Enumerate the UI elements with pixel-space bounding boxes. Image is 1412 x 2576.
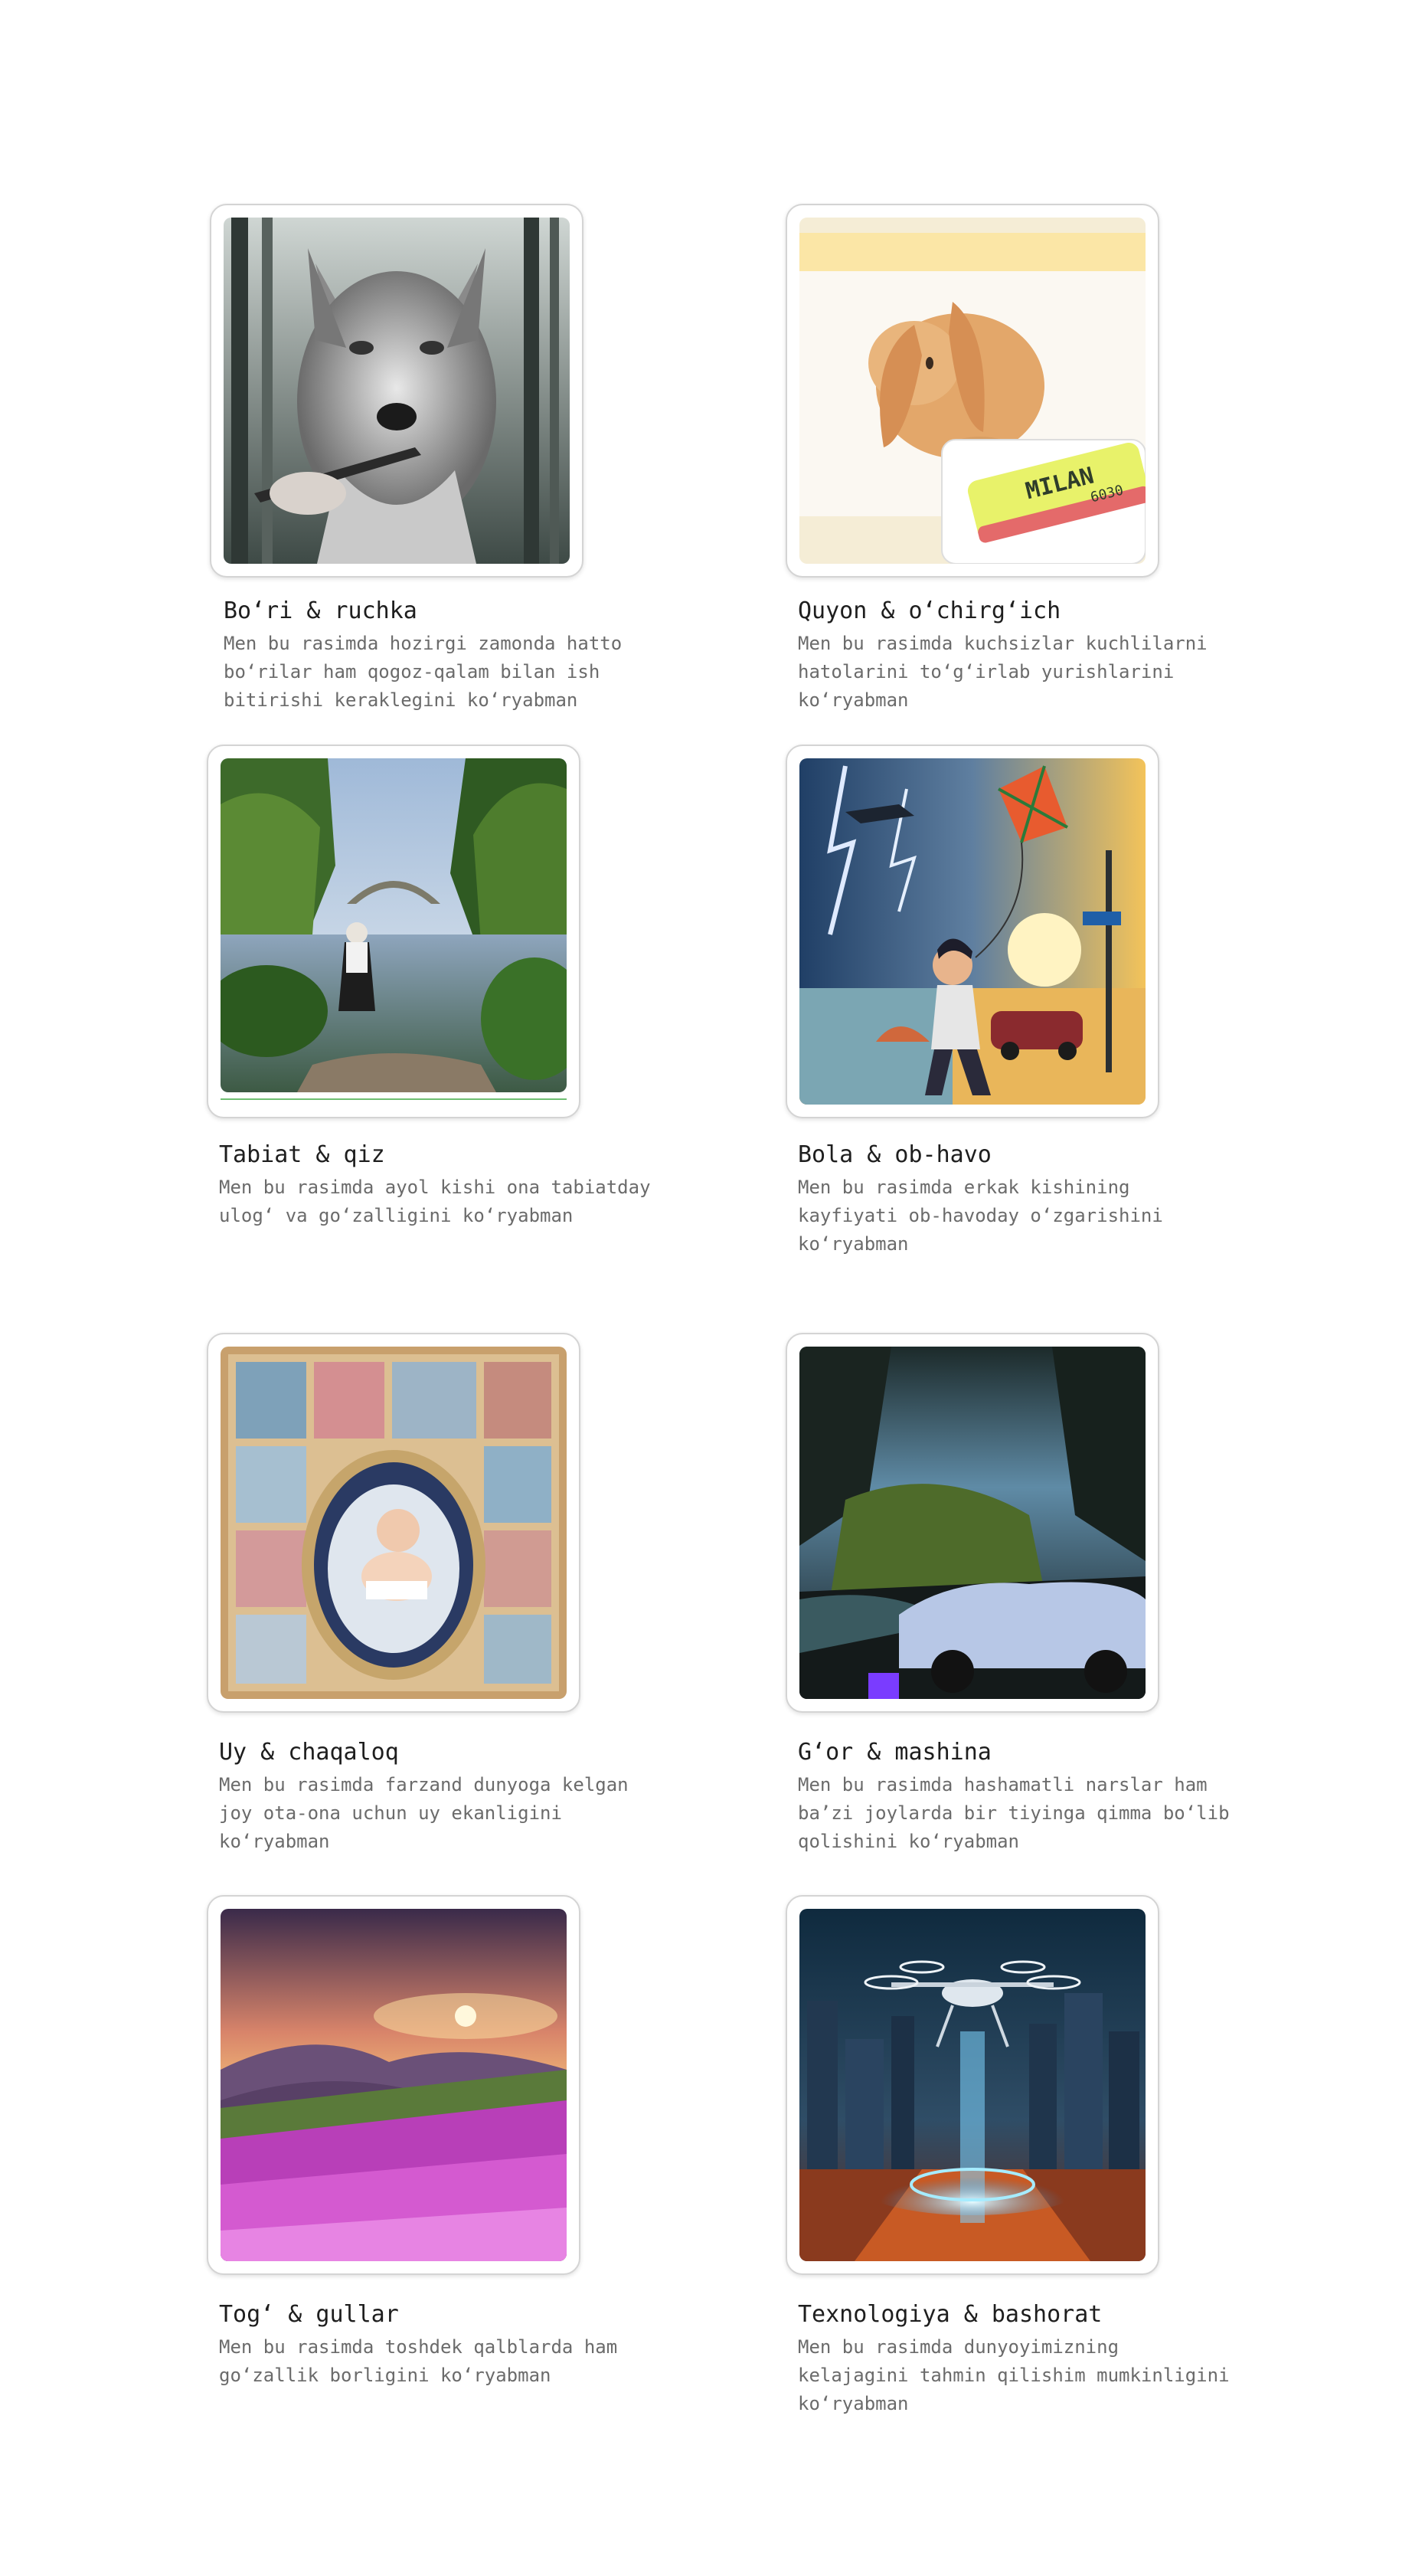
card-title: Bola & ob-havo — [798, 1141, 992, 1168]
card-title: Uy & chaqaloq — [219, 1739, 399, 1766]
card-description-line: kayfiyati ob-havoday o‘zgarishini — [798, 1205, 1163, 1226]
gallery-image-frame[interactable]: MILAN 6030 — [786, 204, 1159, 578]
card-description-line: joy ota-ona uchun uy ekanligini — [219, 1802, 562, 1824]
frame-accent-line — [221, 1098, 567, 1100]
card-description-line: bitirishi keraklegini ko‘ryabman — [224, 689, 578, 711]
card-description: Men bu rasimda hashamatli narslar ham ba… — [798, 1771, 1230, 1856]
boy-weather-photo — [799, 758, 1146, 1105]
wolf-photo — [224, 218, 570, 564]
card-description: Men bu rasimda toshdek qalblarda ham go‘… — [219, 2333, 617, 2390]
gallery-image-frame[interactable] — [210, 204, 583, 578]
card-description: Men bu rasimda kuchsizlar kuchlilarni ha… — [798, 630, 1208, 715]
card-title: Texnologiya & bashorat — [798, 2301, 1103, 2328]
card-title: Tog‘ & gullar — [219, 2301, 399, 2328]
card-description: Men bu rasimda hozirgi zamonda hatto bo‘… — [224, 630, 622, 715]
card-description-line: Men bu rasimda erkak kishining — [798, 1177, 1130, 1198]
card-description: Men bu rasimda ayol kishi ona tabiatday … — [219, 1173, 651, 1230]
gallery-image-frame[interactable] — [786, 745, 1159, 1118]
card-description-line: ko‘ryabman — [219, 1831, 330, 1852]
card-description-line: Men bu rasimda hashamatli narslar ham — [798, 1774, 1208, 1795]
home-baby-photo — [221, 1347, 567, 1699]
gallery-image-frame[interactable] — [207, 1333, 580, 1713]
card-description-line: hatolarini to‘g‘irlab yurishlarini — [798, 661, 1175, 682]
card-description-line: Men bu rasimda dunyoyimizning — [798, 2336, 1119, 2358]
card-description-line: Men bu rasimda ayol kishi ona tabiatday — [219, 1177, 651, 1198]
card-description-line: Men bu rasimda hozirgi zamonda hatto — [224, 633, 623, 654]
drone-city-photo — [799, 1909, 1146, 2261]
mountain-flowers-photo — [221, 1909, 567, 2261]
gallery-image-frame[interactable] — [207, 1895, 580, 2275]
card-description-line: ulog‘ va go‘zalligini ko‘ryabman — [219, 1205, 574, 1226]
card-description-line: ko‘ryabman — [798, 2393, 909, 2414]
card-title: G‘or & mashina — [798, 1739, 992, 1766]
card-title: Tabiat & qiz — [219, 1141, 385, 1168]
card-title: Quyon & o‘chirg‘ich — [798, 597, 1061, 624]
card-description-line: Men bu rasimda kuchsizlar kuchlilarni — [798, 633, 1208, 654]
card-description: Men bu rasimda dunyoyimizning kelajagini… — [798, 2333, 1230, 2418]
card-description-line: go‘zallik borligini ko‘ryabman — [219, 2365, 551, 2386]
card-description: Men bu rasimda erkak kishining kayfiyati… — [798, 1173, 1196, 1259]
gallery-image-frame[interactable] — [786, 1895, 1159, 2275]
cave-car-photo — [799, 1347, 1146, 1699]
card-title: Bo‘ri & ruchka — [224, 597, 417, 624]
card-description: Men bu rasimda farzand dunyoga kelgan jo… — [219, 1771, 629, 1856]
gallery-image-frame[interactable] — [207, 745, 580, 1118]
card-description-line: bo‘rilar ham qogoz-qalam bilan ish — [224, 661, 600, 682]
nature-girl-photo — [221, 758, 567, 1092]
card-description-line: qolishini ko‘ryabman — [798, 1831, 1019, 1852]
card-description-line: ko‘ryabman — [798, 689, 909, 711]
gallery-image-frame[interactable] — [786, 1333, 1159, 1713]
card-description-line: ko‘ryabman — [798, 1233, 909, 1255]
card-description-line: Men bu rasimda toshdek qalblarda ham — [219, 2336, 618, 2358]
rabbit-photo: MILAN 6030 — [799, 218, 1146, 564]
card-description-line: Men bu rasimda farzand dunyoga kelgan — [219, 1774, 629, 1795]
card-description-line: ba’zi joylarda bir tiyinga qimma bo‘lib — [798, 1802, 1230, 1824]
card-description-line: kelajagini tahmin qilishim mumkinligini — [798, 2365, 1230, 2386]
